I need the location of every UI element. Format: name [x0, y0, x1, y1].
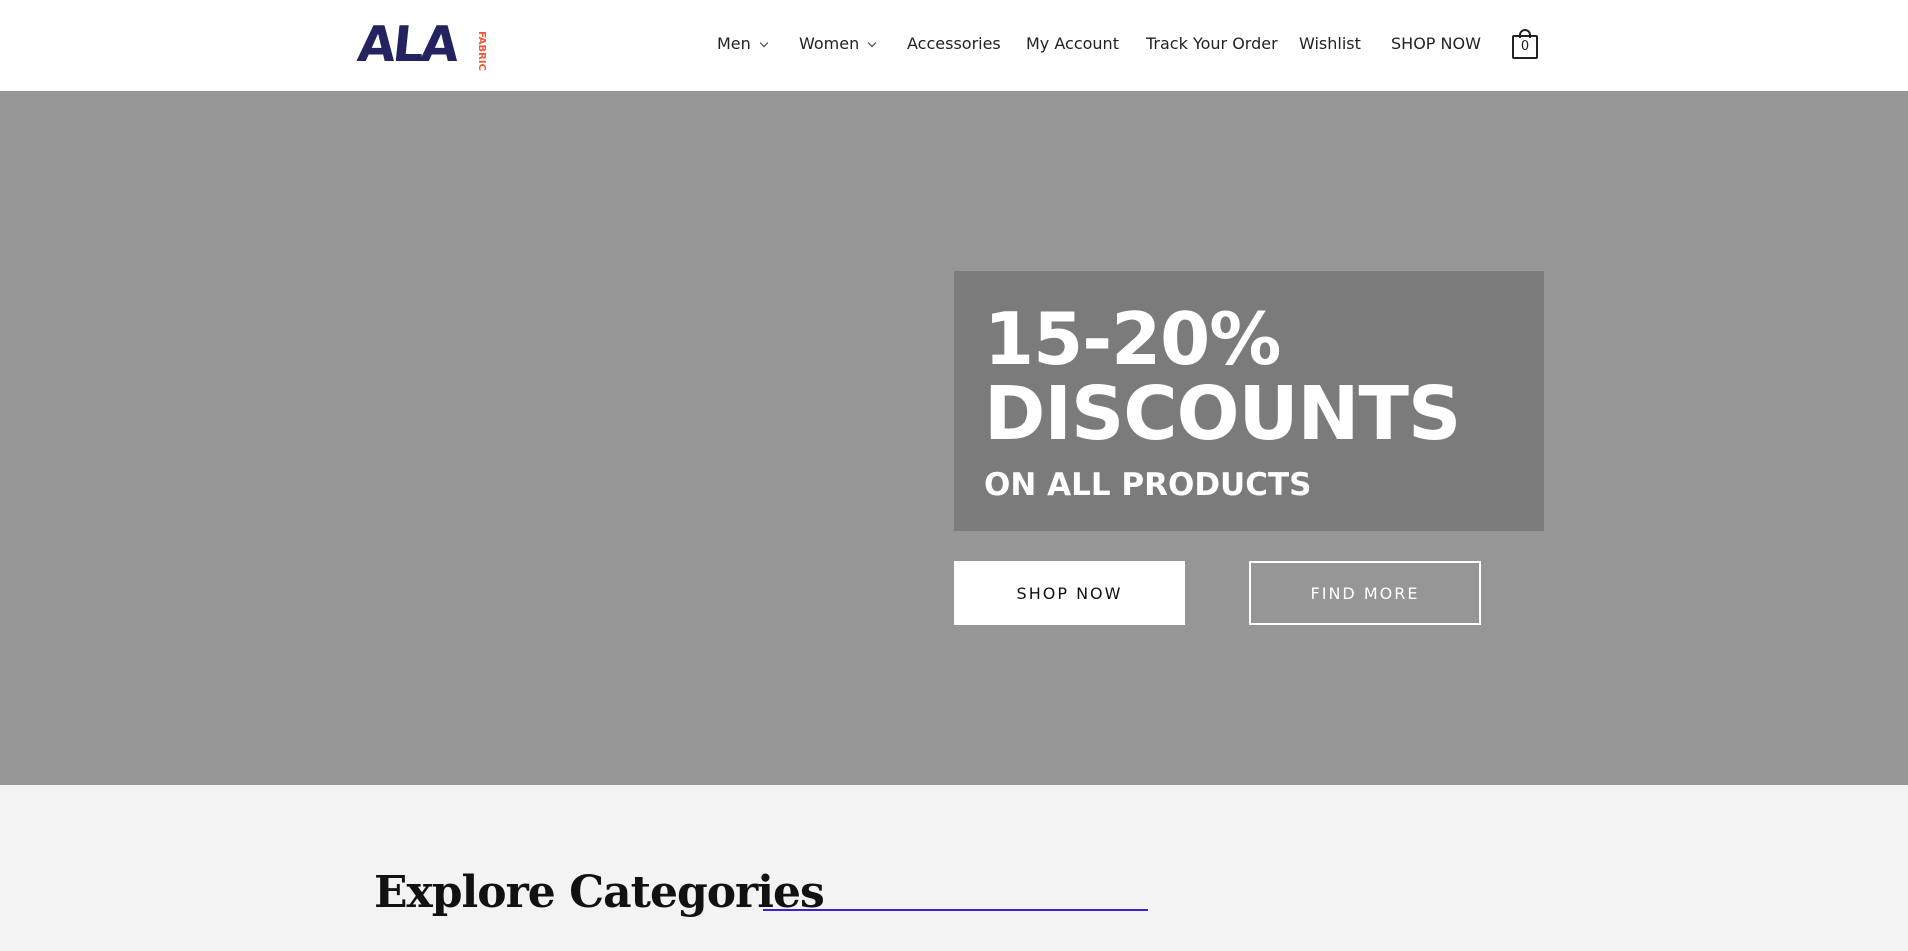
promo-headline-discounts: DISCOUNTS [984, 371, 1461, 457]
cart-count: 0 [1520, 39, 1530, 54]
promo-headline-percent: 15-20% [984, 297, 1281, 381]
nav-item-label: Women [799, 34, 860, 53]
hero-banner: 15-20% DISCOUNTS ON ALL PRODUCTS SHOP NO… [0, 91, 1908, 785]
nav-item-label: Track Your Order [1146, 34, 1278, 53]
chevron-down-icon [759, 38, 769, 48]
cart-button[interactable]: 0 [1511, 29, 1539, 59]
nav-item-men[interactable]: Men [717, 33, 769, 55]
nav-item-track-order[interactable]: Track Your Order [1146, 33, 1278, 55]
nav-item-women[interactable]: Women [799, 33, 877, 55]
site-header: ALA FABRIC Men Women Accessories My Acco… [0, 0, 1908, 91]
find-more-button[interactable]: FIND MORE [1249, 561, 1481, 625]
promo-box: 15-20% DISCOUNTS ON ALL PRODUCTS [954, 271, 1544, 531]
nav-item-wishlist[interactable]: Wishlist [1299, 33, 1361, 55]
nav-item-label: My Account [1026, 34, 1119, 53]
section-title: Explore Categories [374, 867, 825, 918]
shop-now-button[interactable]: SHOP NOW [954, 561, 1185, 625]
nav-item-label: Wishlist [1299, 34, 1361, 53]
nav-item-label: Accessories [907, 34, 1001, 53]
nav-item-accessories[interactable]: Accessories [907, 33, 1001, 55]
nav-item-my-account[interactable]: My Account [1026, 33, 1119, 55]
nav-item-label: Men [717, 34, 751, 53]
nav-item-shop-now[interactable]: SHOP NOW [1391, 33, 1481, 55]
chevron-down-icon [868, 38, 877, 48]
categories-section: Explore Categories [0, 785, 1908, 951]
promo-subheadline: ON ALL PRODUCTS [984, 467, 1312, 503]
title-divider [763, 909, 1148, 911]
main-navigation: Men Women Accessories My Account Track Y… [0, 0, 1908, 91]
nav-item-label: SHOP NOW [1391, 34, 1481, 53]
